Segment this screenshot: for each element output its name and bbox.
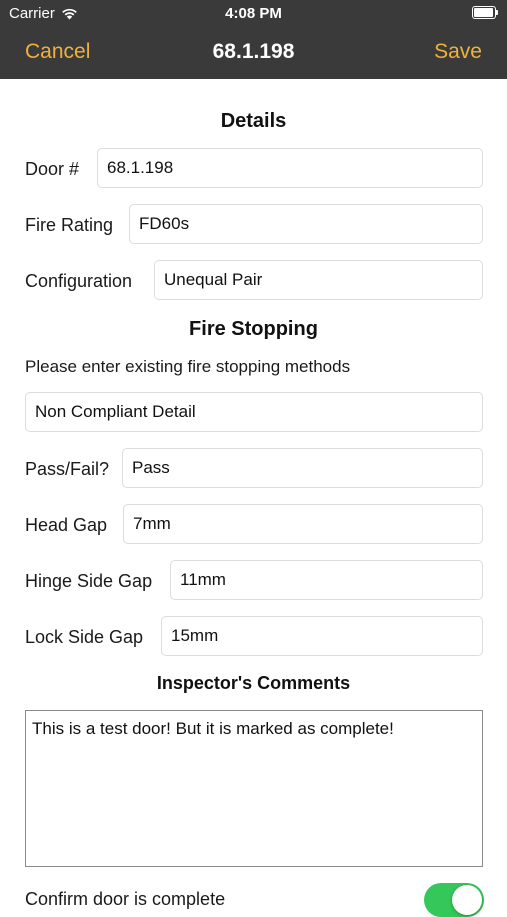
fire-rating-field[interactable]: FD60s	[129, 204, 483, 244]
toggle-knob	[452, 885, 482, 915]
door-number-field[interactable]: 68.1.198	[97, 148, 483, 188]
pass-fail-field[interactable]: Pass	[122, 448, 483, 488]
top-bar: Carrier 4:08 PM Cancel 68.1.198 Save	[0, 0, 507, 79]
fire-stopping-hint: Please enter existing fire stopping meth…	[25, 357, 351, 376]
page-title: 68.1.198	[212, 40, 295, 63]
fire-stopping-method-field[interactable]: Non Compliant Detail	[25, 392, 483, 432]
lock-side-gap-label: Lock Side Gap	[25, 627, 144, 647]
configuration-field[interactable]: Unequal Pair	[154, 260, 483, 300]
fire-stopping-heading: Fire Stopping	[189, 318, 318, 340]
battery-icon	[472, 6, 498, 19]
hinge-side-gap-field[interactable]: 11mm	[170, 560, 483, 600]
save-button[interactable]: Save	[434, 40, 482, 64]
comments-heading: Inspector's Comments	[156, 673, 351, 693]
confirm-complete-toggle[interactable]	[424, 883, 484, 917]
inspector-comments-textarea[interactable]: This is a test door! But it is marked as…	[25, 710, 483, 867]
fire-rating-label: Fire Rating	[25, 215, 114, 235]
configuration-label: Configuration	[25, 271, 133, 291]
head-gap-label: Head Gap	[25, 515, 108, 535]
head-gap-field[interactable]: 7mm	[123, 504, 483, 544]
details-heading: Details	[220, 110, 287, 132]
pass-fail-label: Pass/Fail?	[25, 459, 110, 479]
status-time: 4:08 PM	[225, 5, 282, 22]
hinge-side-gap-label: Hinge Side Gap	[25, 571, 153, 591]
lock-side-gap-field[interactable]: 15mm	[161, 616, 483, 656]
door-number-label: Door #	[25, 159, 80, 179]
